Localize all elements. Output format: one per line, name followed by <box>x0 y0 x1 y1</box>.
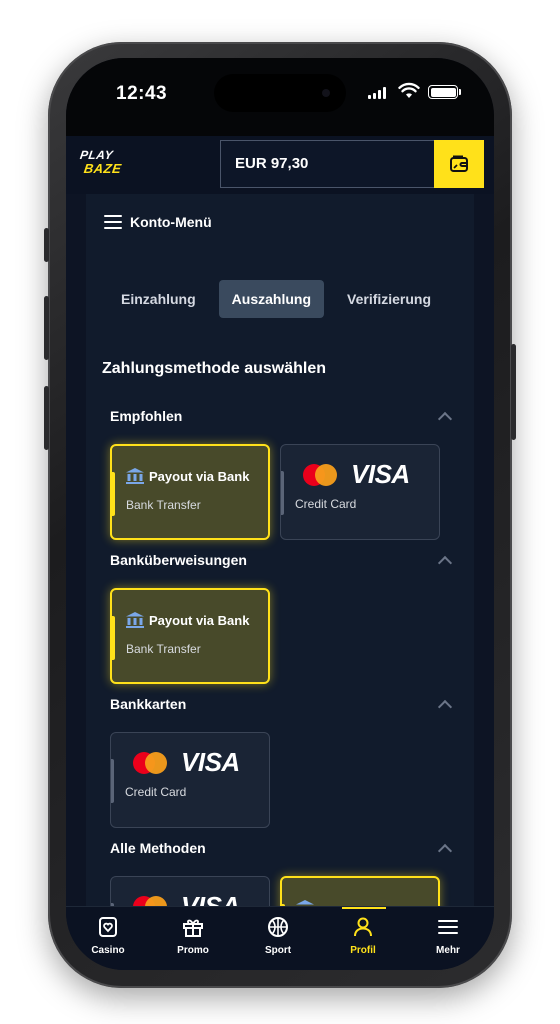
app-header: PLAY BAZE EUR 97,30 <box>66 136 494 194</box>
menu-icon <box>438 920 458 934</box>
payment-card-credit-card[interactable]: VISA Credit Card <box>280 444 440 540</box>
group-title: Alle Methoden <box>110 840 206 856</box>
user-icon <box>354 917 372 937</box>
chevron-up-icon <box>437 555 453 571</box>
wifi-icon <box>398 82 420 98</box>
visa-logo: VISA <box>181 747 240 777</box>
main-content: Konto-Menü Einzahlung Auszahlung Verifiz… <box>66 194 494 906</box>
logo-text-baze: BAZE <box>82 161 123 176</box>
account-menu-toggle[interactable]: Konto-Menü <box>104 214 212 230</box>
nav-label: Mehr <box>436 945 460 956</box>
group-header-bankueberweisungen[interactable]: Banküberweisungen <box>110 552 454 571</box>
payment-card-bank-transfer[interactable] <box>280 876 440 906</box>
dynamic-island <box>214 74 346 112</box>
nav-label: Profil <box>350 945 376 956</box>
basketball-icon <box>268 917 288 937</box>
group-title: Bankkarten <box>110 696 187 712</box>
wallet-icon <box>450 155 468 172</box>
payment-card-bank-transfer[interactable]: Payout via Bank Bank Transfer <box>110 588 270 684</box>
phone-screen: 12:43 PLAY BAZE EUR 97,30 Konto-Menü Ein… <box>66 58 494 970</box>
bank-icon <box>126 468 144 484</box>
tab-verifizierung[interactable]: Verifizierung <box>334 280 444 318</box>
tab-einzahlung[interactable]: Einzahlung <box>108 280 209 318</box>
bank-icon <box>126 612 144 628</box>
payment-tabs: Einzahlung Auszahlung Verifizierung <box>108 280 444 318</box>
phone-volume-up <box>44 296 49 360</box>
nav-profil[interactable]: Profil <box>333 915 393 956</box>
balance-display[interactable]: EUR 97,30 <box>220 140 484 188</box>
mastercard-icon <box>133 751 167 774</box>
section-title: Zahlungsmethode auswählen <box>102 360 327 377</box>
battery-icon <box>428 85 458 99</box>
card-subtitle: Bank Transfer <box>126 642 201 656</box>
status-bar: 12:43 <box>66 58 494 136</box>
active-indicator <box>342 907 386 909</box>
nav-mehr[interactable]: Mehr <box>418 915 478 956</box>
mastercard-icon <box>133 895 167 906</box>
logo-text-play: PLAY <box>79 148 115 162</box>
nav-label: Casino <box>91 945 125 956</box>
visa-logo: VISA <box>351 459 410 489</box>
playbaze-logo[interactable]: PLAY BAZE <box>79 146 128 182</box>
account-menu-label: Konto-Menü <box>130 214 212 230</box>
nav-label: Sport <box>264 945 292 956</box>
card-title: Payout via Bank <box>149 612 250 628</box>
card-subtitle: Bank Transfer <box>126 498 201 512</box>
bottom-nav: Casino Promo Sport Profil Mehr <box>66 906 494 970</box>
card-subtitle: Credit Card <box>125 785 187 799</box>
casino-icon <box>99 917 117 937</box>
group-header-bankkarten[interactable]: Bankkarten <box>110 696 454 715</box>
gift-icon <box>183 919 203 937</box>
account-panel: Konto-Menü Einzahlung Auszahlung Verifiz… <box>86 194 474 906</box>
card-title: Payout via Bank <box>149 468 250 484</box>
nav-casino[interactable]: Casino <box>78 915 138 956</box>
tab-auszahlung[interactable]: Auszahlung <box>218 280 325 318</box>
chevron-up-icon <box>437 699 453 715</box>
chevron-up-icon <box>437 843 453 859</box>
group-header-alle-methoden[interactable]: Alle Methoden <box>110 840 454 859</box>
phone-volume-down <box>44 386 49 450</box>
phone-side-button <box>44 228 49 262</box>
nav-promo[interactable]: Promo <box>163 915 223 956</box>
nav-label: Promo <box>177 945 209 956</box>
wallet-button[interactable] <box>434 140 484 188</box>
signal-icon <box>368 87 386 99</box>
group-title: Banküberweisungen <box>110 552 247 568</box>
nav-sport[interactable]: Sport <box>248 915 308 956</box>
group-header-empfohlen[interactable]: Empfohlen <box>110 408 454 427</box>
payment-card-bank-transfer[interactable]: Payout via Bank Bank Transfer <box>110 444 270 540</box>
hamburger-icon <box>104 215 122 229</box>
visa-logo: VISA <box>181 891 240 906</box>
chevron-up-icon <box>437 411 453 427</box>
payment-card-credit-card[interactable]: VISA Credit Card <box>110 732 270 828</box>
status-time: 12:43 <box>116 83 168 104</box>
phone-power-button <box>511 344 516 440</box>
payment-card-credit-card[interactable]: VISA <box>110 876 270 906</box>
card-subtitle: Credit Card <box>295 497 357 511</box>
mastercard-icon <box>303 463 337 486</box>
balance-amount: EUR 97,30 <box>235 155 309 172</box>
group-title: Empfohlen <box>110 408 183 424</box>
